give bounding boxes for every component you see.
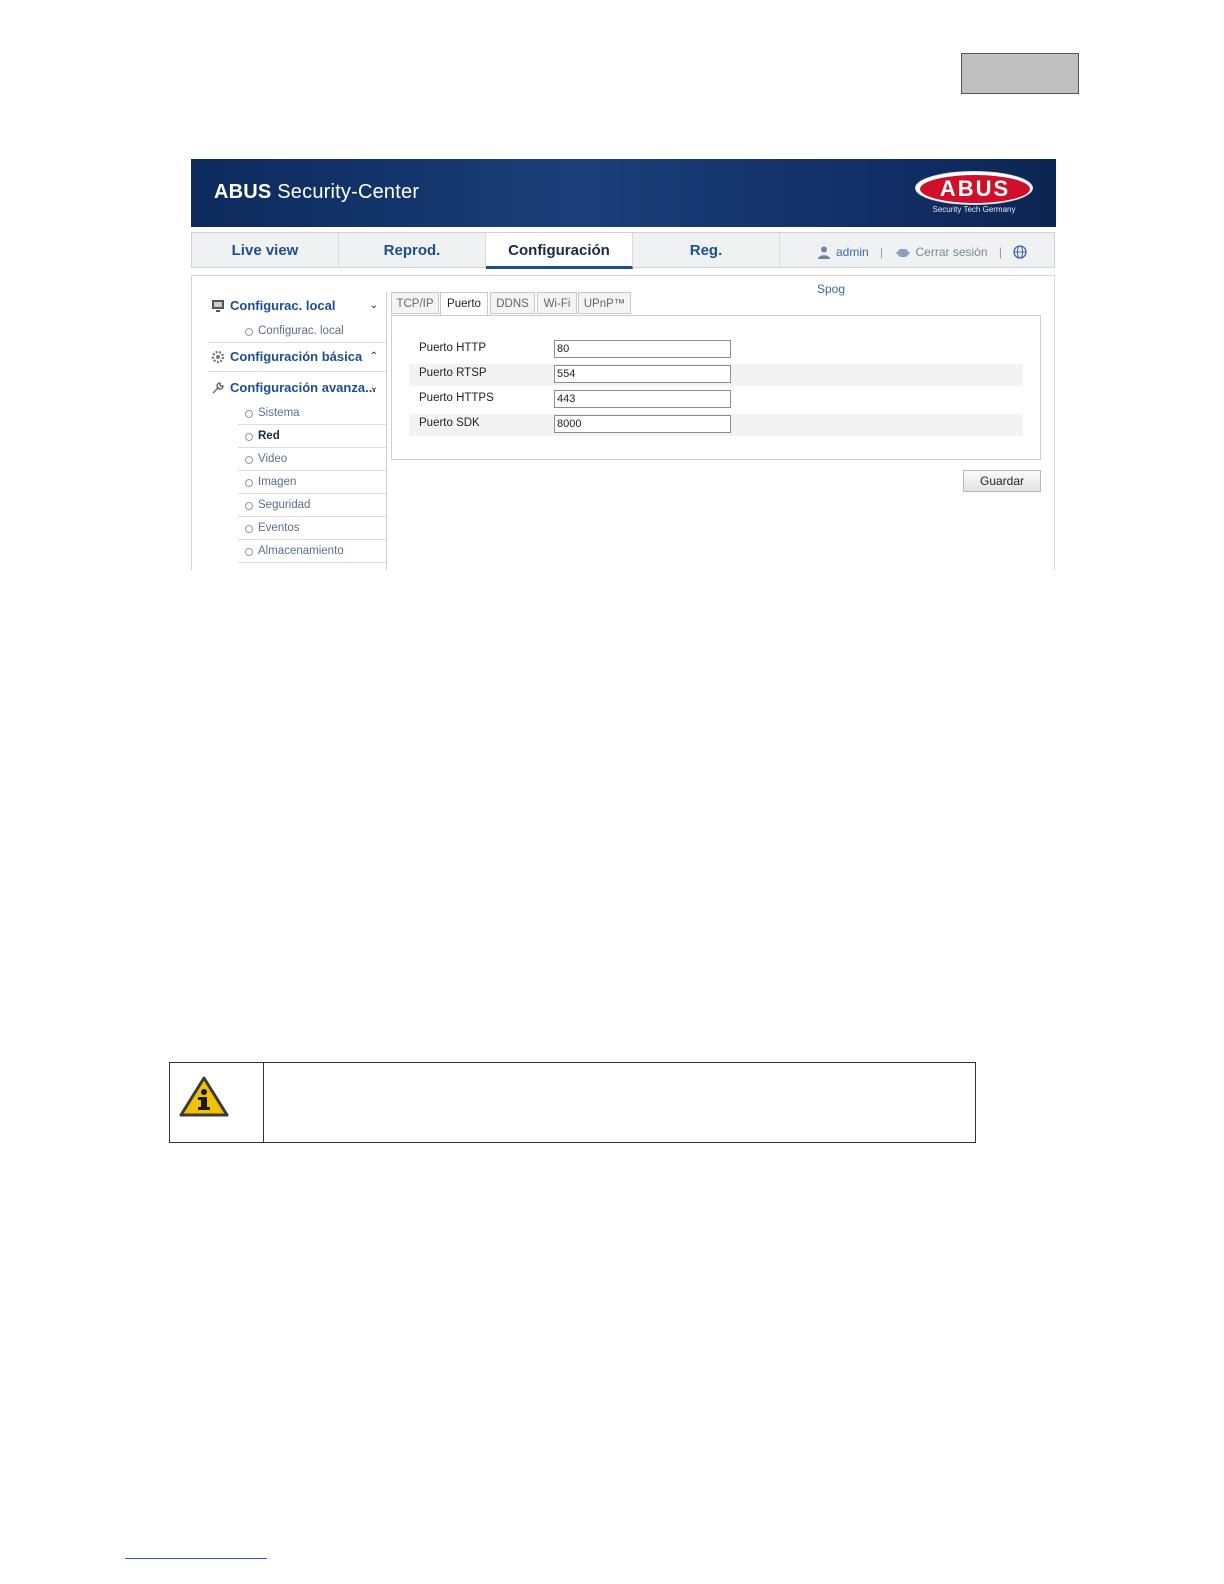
brand-name: ABUS xyxy=(214,181,272,203)
rtsp-port-input[interactable] xyxy=(554,365,731,383)
row-sdk-port: Puerto SDK xyxy=(409,414,1023,436)
app-title-text: Security-Center xyxy=(277,181,420,203)
config-panel: Configurac. local ⌄ Configurac. local Co… xyxy=(191,275,1055,570)
port-settings-form: Puerto HTTP Puerto RTSP Puerto HTTPS Pue… xyxy=(391,315,1041,460)
sidebar-item-eventos[interactable]: Eventos xyxy=(238,517,386,540)
tab-playback[interactable]: Reprod. xyxy=(339,233,486,268)
row-rtsp-port: Puerto RTSP xyxy=(409,364,1023,386)
logo-text: ABUS xyxy=(920,175,1030,203)
tab-log[interactable]: Reg. xyxy=(633,233,780,268)
subtab-wifi[interactable]: Wi-Fi xyxy=(537,292,577,314)
sidebar-advanced-config[interactable]: Configuración avanza... ⌄ xyxy=(208,374,386,402)
tab-configuration[interactable]: Configuración xyxy=(486,233,633,269)
sidebar-advanced-label: Configuración avanza... xyxy=(230,380,376,395)
row-https-port: Puerto HTTPS xyxy=(409,389,1023,411)
footer-rule xyxy=(125,1558,267,1559)
main-nav: Live view Reprod. Configuración Reg. adm… xyxy=(191,232,1055,296)
logout-link[interactable]: Cerrar sesión xyxy=(916,245,988,259)
https-port-label: Puerto HTTPS xyxy=(419,392,494,404)
subtab-puerto[interactable]: Puerto xyxy=(440,292,488,316)
sidebar-item-almacenamiento[interactable]: Almacenamiento xyxy=(238,540,386,563)
subtab-upnp[interactable]: UPnP™ xyxy=(578,292,631,314)
sidebar-item-sistema[interactable]: Sistema xyxy=(238,402,386,425)
app-screenshot: ABUS Security-Center ABUS Security Tech … xyxy=(190,159,1056,570)
user-toolbar: admin | Cerrar sesión | Spog xyxy=(817,233,1054,296)
separator: | xyxy=(880,244,884,259)
globe-icon xyxy=(1013,245,1027,259)
sidebar-item-seguridad[interactable]: Seguridad xyxy=(238,494,386,517)
sidebar-local-label: Configurac. local xyxy=(230,298,336,313)
sidebar-basic-label: Configuración básica xyxy=(230,349,363,364)
chevron-up-icon: ⌃ xyxy=(369,351,378,362)
sidebar-divider xyxy=(386,292,387,570)
monitor-icon xyxy=(212,300,224,312)
separator: | xyxy=(998,244,1002,259)
config-sidebar: Configurac. local ⌄ Configurac. local Co… xyxy=(208,292,386,563)
logo-oval: ABUS xyxy=(915,171,1033,205)
note-icon-cell xyxy=(170,1063,264,1142)
header-banner: ABUS Security-Center ABUS Security Tech … xyxy=(191,159,1056,227)
chevron-down-icon: ⌄ xyxy=(369,300,378,311)
save-button[interactable]: Guardar xyxy=(963,470,1041,492)
logo-tagline: Security Tech Germany xyxy=(932,205,1016,214)
abus-logo: ABUS Security Tech Germany xyxy=(915,171,1035,217)
sidebar-item-local-config[interactable]: Configurac. local xyxy=(208,320,386,343)
sidebar-item-red[interactable]: Red xyxy=(238,425,386,448)
rtsp-port-label: Puerto RTSP xyxy=(419,367,487,379)
sidebar-item-video[interactable]: Video xyxy=(238,448,386,471)
subtab-tcpip[interactable]: TCP/IP xyxy=(391,292,439,314)
sdk-port-label: Puerto SDK xyxy=(419,417,480,429)
gear-icon xyxy=(211,350,225,364)
logout-icon xyxy=(895,248,910,257)
sidebar-local-config[interactable]: Configurac. local ⌄ xyxy=(208,292,386,320)
info-note-box xyxy=(169,1062,976,1143)
http-port-label: Puerto HTTP xyxy=(419,342,487,354)
user-name[interactable]: admin xyxy=(836,245,869,259)
user-icon xyxy=(818,246,830,259)
page-corner-box xyxy=(961,53,1079,94)
sdk-port-input[interactable] xyxy=(554,415,731,433)
wrench-icon xyxy=(212,382,224,394)
https-port-input[interactable] xyxy=(554,390,731,408)
sidebar-basic-config[interactable]: Configuración básica ⌃ xyxy=(208,343,386,372)
warning-info-icon xyxy=(179,1076,229,1117)
tab-live-view[interactable]: Live view xyxy=(192,233,339,268)
subtab-ddns[interactable]: DDNS xyxy=(490,292,535,314)
http-port-input[interactable] xyxy=(554,340,731,358)
sidebar-item-imagen[interactable]: Imagen xyxy=(238,471,386,494)
chevron-down-icon: ⌄ xyxy=(369,382,378,393)
row-http-port: Puerto HTTP xyxy=(409,339,1023,361)
app-title: ABUS Security-Center xyxy=(214,181,419,204)
